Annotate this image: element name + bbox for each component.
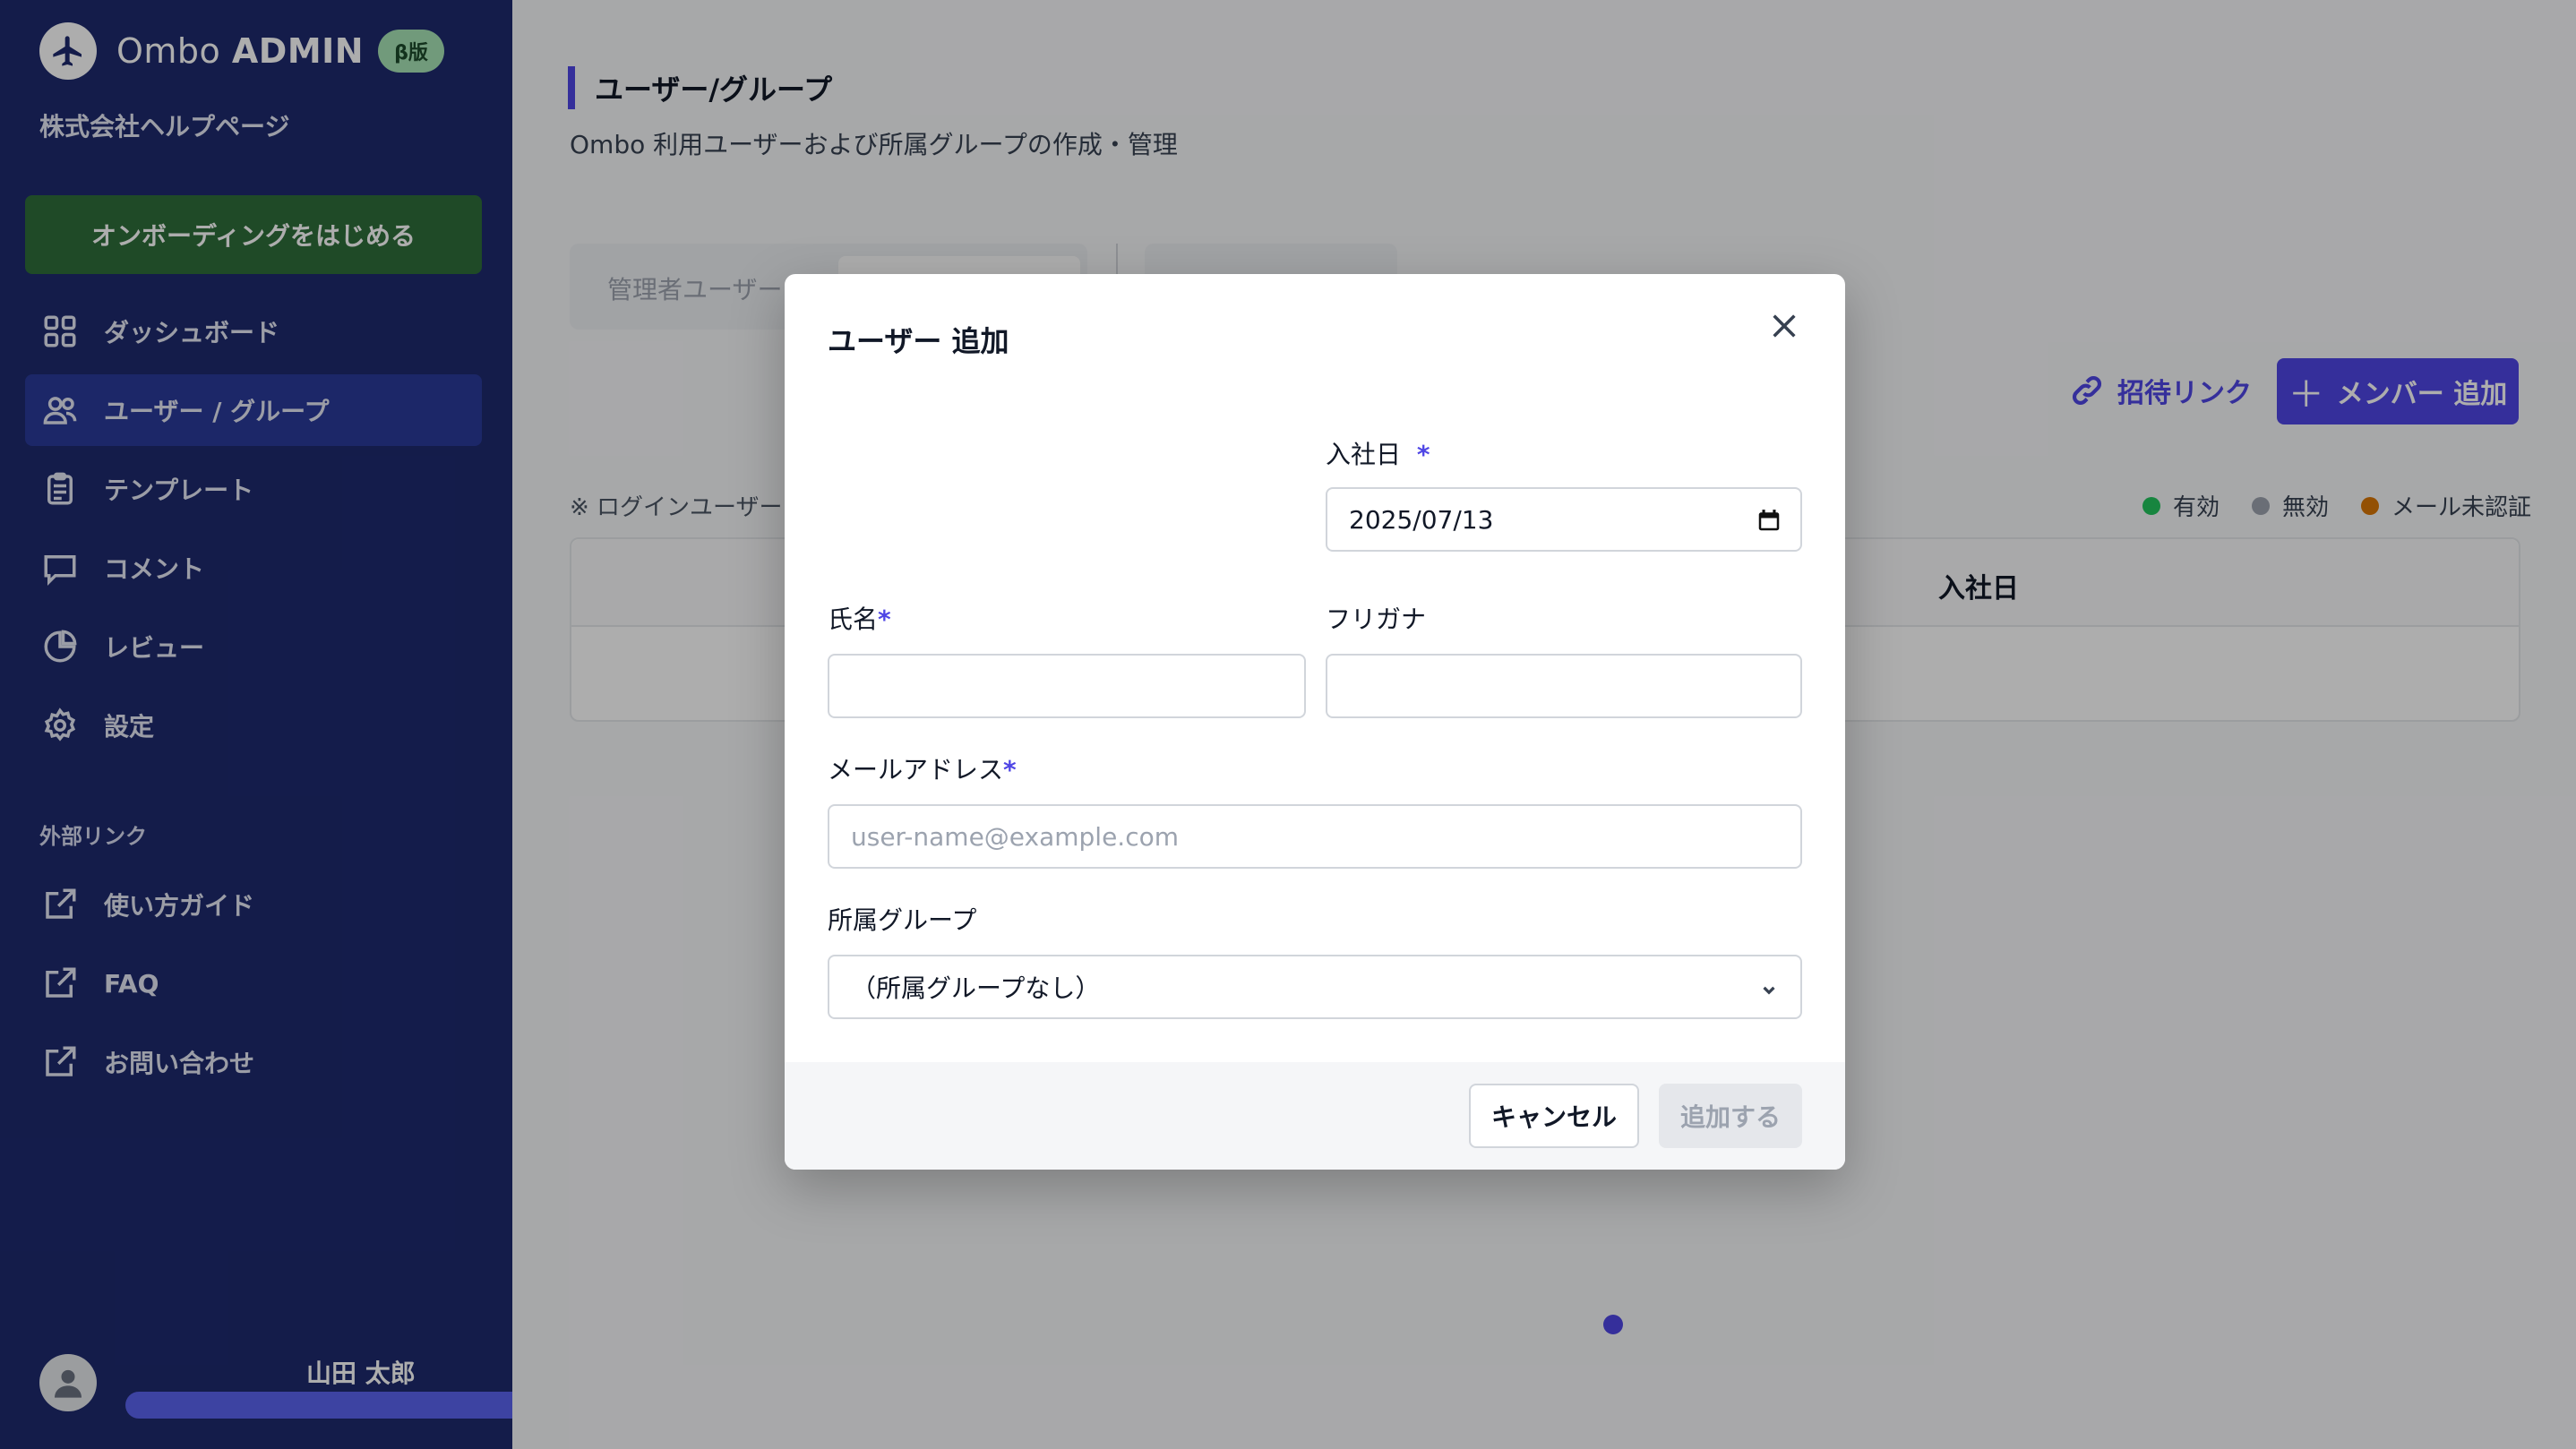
- group-select-value: （所属グループなし）: [851, 973, 1101, 1003]
- add-user-dialog: ユーザー 追加 入社日 * 2025/07/13 氏名* フリガナ メールアドレ…: [785, 274, 1845, 1170]
- chevron-down-icon: [1763, 986, 1775, 995]
- close-button[interactable]: [1765, 306, 1804, 346]
- dialog-title: ユーザー 追加: [828, 324, 1009, 358]
- calendar-icon[interactable]: [1756, 507, 1782, 534]
- submit-button[interactable]: 追加する: [1659, 1084, 1802, 1148]
- email-label-text: メールアドレス: [828, 755, 1004, 785]
- required-mark: *: [878, 604, 891, 634]
- furigana-label: フリガナ: [1326, 604, 1427, 634]
- email-field[interactable]: user-name@example.com: [828, 804, 1802, 869]
- name-label-text: 氏名: [828, 604, 879, 634]
- email-label: メールアドレス*: [828, 750, 1017, 786]
- required-mark: *: [1003, 755, 1017, 785]
- email-placeholder: user-name@example.com: [851, 821, 1180, 852]
- close-icon: [1773, 314, 1796, 338]
- group-label: 所属グループ: [828, 905, 977, 935]
- group-select[interactable]: （所属グループなし）: [828, 955, 1802, 1019]
- hire-date-label-text: 入社日: [1326, 440, 1402, 469]
- name-field[interactable]: [828, 654, 1306, 718]
- required-mark: *: [1416, 440, 1430, 469]
- hire-date-label: 入社日 *: [1326, 435, 1430, 471]
- furigana-field[interactable]: [1326, 654, 1802, 718]
- hire-date-value: 2025/07/13: [1349, 504, 1494, 535]
- name-label: 氏名*: [828, 600, 891, 636]
- hire-date-field[interactable]: 2025/07/13: [1326, 487, 1802, 552]
- cancel-button[interactable]: キャンセル: [1469, 1084, 1639, 1148]
